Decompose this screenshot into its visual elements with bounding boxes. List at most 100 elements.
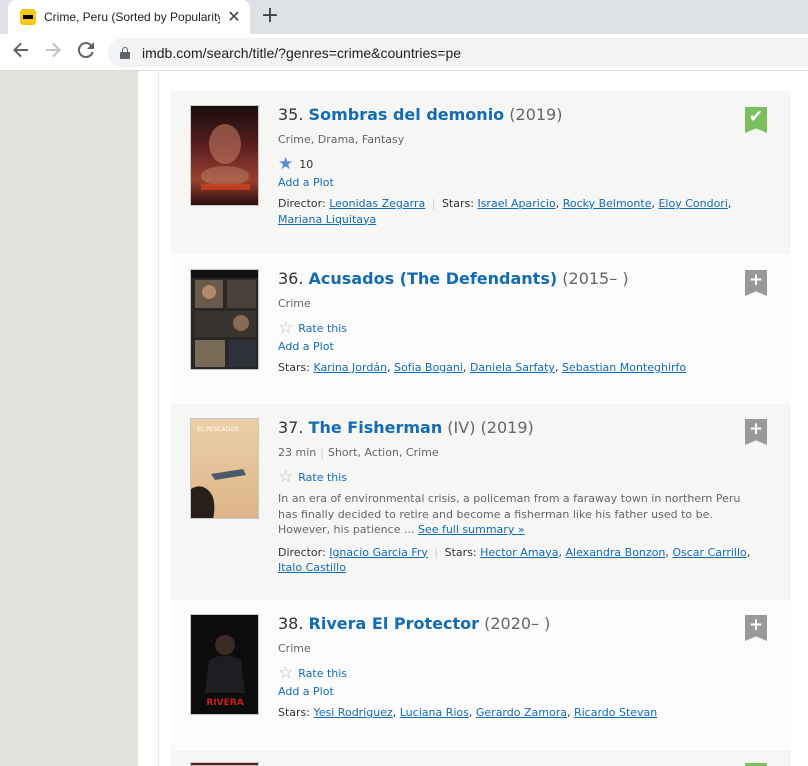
star-link[interactable]: Ricardo Stevan — [574, 706, 657, 719]
result-index: 37. — [278, 418, 304, 437]
rate-widget[interactable]: ☆ Rate this — [278, 664, 758, 682]
title-line: 38. Rivera El Protector (2020– ) — [278, 614, 758, 633]
year: (2015– ) — [562, 269, 629, 288]
list-item: 36. Acusados (The Defendants) (2015– ) C… — [171, 255, 791, 403]
runtime: 23 min — [278, 446, 317, 459]
star-link[interactable]: Eloy Condori — [658, 197, 727, 210]
address-bar[interactable]: imdb.com/search/title/?genres=crime&coun… — [108, 38, 808, 67]
star-link[interactable]: Daniela Sarfaty — [470, 361, 555, 374]
forward-arrow-icon[interactable] — [40, 40, 66, 66]
genres: Crime, Drama, Fantasy — [278, 133, 405, 146]
star-outline-icon: ☆ — [278, 662, 294, 683]
rate-this-link[interactable]: Rate this — [298, 471, 347, 484]
browser-tab-bar: Crime, Peru (Sorted by Popularity ✕ + — [0, 0, 808, 34]
star-link[interactable]: Oscar Carrillo — [672, 546, 746, 559]
title-link[interactable]: Sombras del demonio — [309, 105, 505, 124]
star-link[interactable]: Mariana Liquitaya — [278, 213, 376, 226]
add-to-watchlist-button[interactable]: + — [745, 270, 767, 296]
see-full-summary-link[interactable]: See full summary » — [418, 523, 525, 536]
rate-this-link[interactable]: Rate this — [298, 667, 347, 680]
poster-text: EL PESCADOR — [197, 426, 239, 433]
credits-separator: | — [434, 545, 439, 559]
stars-label: Stars: — [441, 197, 474, 210]
browser-nav-bar: imdb.com/search/title/?genres=crime&coun… — [0, 34, 808, 71]
title-extra: (IV) — [447, 418, 476, 437]
poster-image[interactable]: RIVERA — [190, 614, 259, 715]
credits-separator: | — [431, 197, 436, 210]
stars-label: Stars: — [278, 706, 310, 719]
year: (2019) — [509, 105, 563, 124]
add-to-watchlist-button[interactable]: + — [745, 615, 767, 641]
director-link[interactable]: Leonidas Zegarra — [329, 197, 425, 210]
star-link[interactable]: Sebastian Monteghirfo — [562, 361, 686, 374]
reload-icon[interactable] — [73, 40, 99, 66]
check-icon: ✔ — [748, 107, 764, 127]
poster-text: RIVERA — [206, 698, 243, 708]
add-plot-link[interactable]: Add a Plot — [278, 176, 758, 189]
plus-icon: + — [748, 615, 764, 635]
star-link[interactable]: Alexandra Bonzon — [566, 546, 666, 559]
back-arrow-icon[interactable] — [8, 40, 34, 66]
title-link[interactable]: Acusados (The Defendants) — [309, 269, 558, 288]
director-link[interactable]: Ignacio Garcia Fry — [329, 546, 428, 559]
poster-image[interactable] — [190, 269, 259, 370]
browser-tab[interactable]: Crime, Peru (Sorted by Popularity ✕ — [8, 0, 250, 34]
star-link[interactable]: Hector Amaya — [480, 546, 558, 559]
add-plot-link[interactable]: Add a Plot — [278, 340, 758, 353]
plus-icon: + — [748, 419, 764, 439]
credits: Stars: Karina Jordán, Sofía Bogani, Dani… — [278, 361, 687, 374]
credits: Director: Ignacio Garcia Fry | Stars: He… — [278, 545, 751, 575]
star-link[interactable]: Karina Jordán — [314, 361, 388, 374]
result-index: 36. — [278, 269, 304, 288]
genres: Crime — [278, 297, 311, 310]
star-link[interactable]: Yesi Rodriguez — [314, 706, 393, 719]
imdb-favicon-icon — [20, 9, 36, 25]
result-index: 35. — [278, 105, 304, 124]
credits: Director: Leonidas Zegarra | Stars: Isra… — [278, 197, 732, 226]
star-outline-icon: ☆ — [278, 317, 294, 338]
star-icon: ★ — [278, 153, 294, 174]
rate-this-link[interactable]: Rate this — [298, 322, 347, 335]
result-index: 38. — [278, 614, 304, 633]
plot-summary: In an era of environmental crisis, a pol… — [278, 491, 758, 538]
list-item: 35. Sombras del demonio (2019) Crime, Dr… — [171, 91, 791, 254]
poster-image[interactable]: EL PESCADOR — [190, 418, 259, 519]
add-plot-link[interactable]: Add a Plot — [278, 685, 758, 698]
close-tab-icon[interactable]: ✕ — [226, 9, 242, 25]
genres: Crime — [278, 642, 311, 655]
poster-image[interactable] — [190, 105, 259, 206]
title-link[interactable]: Rivera El Protector — [309, 614, 479, 633]
page-left-margin — [0, 71, 138, 766]
poster-image[interactable] — [190, 762, 259, 766]
rate-widget[interactable]: ☆ Rate this — [278, 468, 758, 486]
director-label: Director: — [278, 197, 326, 210]
stars-label: Stars: — [444, 545, 477, 559]
star-link[interactable]: Rocky Belmonte — [563, 197, 652, 210]
director-label: Director: — [278, 545, 326, 559]
star-link[interactable]: Sofía Bogani — [394, 361, 463, 374]
title-line: 36. Acusados (The Defendants) (2015– ) — [278, 269, 758, 288]
title-line: 37. The Fisherman (IV) (2019) — [278, 418, 758, 437]
star-link[interactable]: Luciana Rios — [400, 706, 469, 719]
star-link[interactable]: Gerardo Zamora — [476, 706, 567, 719]
list-item: RIVERA 38. Rivera El Protector (2020– ) … — [171, 601, 791, 749]
star-link[interactable]: Israel Aparicio — [477, 197, 555, 210]
plus-icon: + — [748, 270, 764, 290]
new-tab-button[interactable]: + — [258, 5, 282, 29]
meta-line: 23 min | Short, Action, Crime — [278, 446, 439, 459]
title-line: 35. Sombras del demonio (2019) — [278, 105, 758, 124]
star-link[interactable]: Italo Castillo — [278, 561, 346, 574]
year: (2020– ) — [484, 614, 551, 633]
rating-value: 10 — [299, 157, 314, 171]
url-text: imdb.com/search/title/?genres=crime&coun… — [142, 44, 462, 61]
credits: Stars: Yesi Rodriguez, Luciana Rios, Ger… — [278, 706, 658, 719]
add-to-watchlist-button[interactable]: + — [745, 419, 767, 445]
watchlist-added-button[interactable]: ✔ — [745, 107, 767, 133]
list-item: EL PESCADOR 37. The Fisherman (IV) (2019… — [171, 404, 791, 600]
year: (2019) — [480, 418, 534, 437]
title-link[interactable]: The Fisherman — [309, 418, 443, 437]
tab-title: Crime, Peru (Sorted by Popularity — [44, 10, 220, 24]
lock-icon — [120, 46, 130, 59]
rate-widget[interactable]: ☆ Rate this — [278, 319, 758, 337]
star-outline-icon: ☆ — [278, 466, 294, 487]
